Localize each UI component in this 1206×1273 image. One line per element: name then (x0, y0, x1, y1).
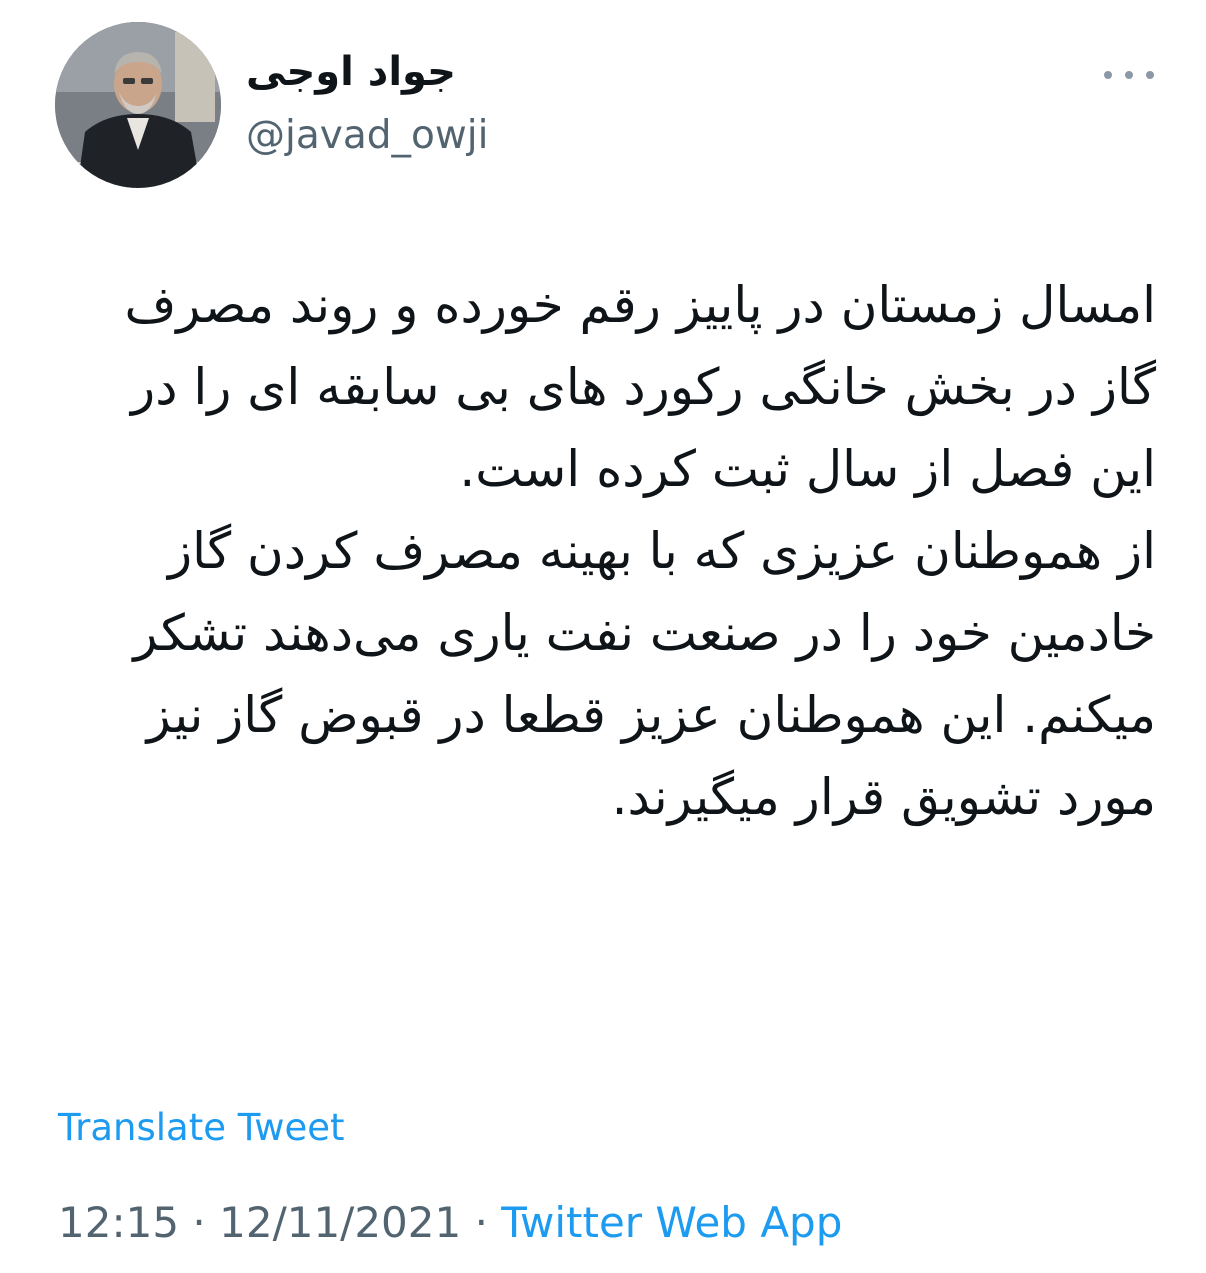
tweet-meta: 12:15 · 12/11/2021 · Twitter Web App (58, 1198, 842, 1248)
author-handle[interactable]: @javad_owji (246, 113, 488, 160)
more-dot (1146, 71, 1154, 79)
meta-separator: · (474, 1198, 488, 1247)
tweet-text: امسال زمستان در پاییز رقم خورده و روند م… (124, 276, 1156, 826)
more-horizontal-icon[interactable] (1104, 62, 1154, 88)
tweet-time[interactable]: 12:15 (58, 1198, 179, 1247)
tweet-date[interactable]: 12/11/2021 (219, 1198, 461, 1247)
meta-separator: · (192, 1198, 206, 1247)
author-display-name[interactable]: جواد اوجی (246, 48, 456, 96)
more-dot (1125, 71, 1133, 79)
avatar-photo (55, 22, 221, 188)
avatar[interactable] (55, 22, 221, 188)
more-dot (1104, 71, 1112, 79)
tweet-source-link[interactable]: Twitter Web App (501, 1198, 842, 1247)
translate-tweet-link[interactable]: Translate Tweet (58, 1106, 345, 1150)
